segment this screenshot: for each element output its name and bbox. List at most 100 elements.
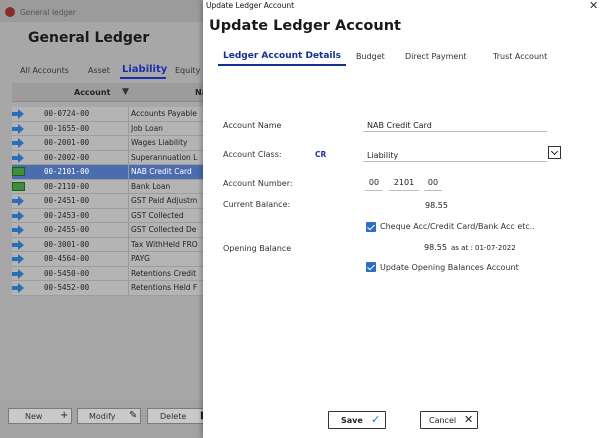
current-balance-value: 98.55 xyxy=(425,201,448,210)
column-divider xyxy=(128,150,129,164)
account-class-badge: CR xyxy=(315,150,327,159)
account-code-cell: 00-5450-00 xyxy=(44,268,90,278)
arrow-right-icon xyxy=(12,254,25,264)
general-ledger-window: General ledger General Ledger All Accoun… xyxy=(0,0,210,438)
column-divider xyxy=(128,281,129,295)
account-code-cell: 00-4564-00 xyxy=(44,254,90,263)
account-name-cell: Superannuation L xyxy=(131,152,198,162)
general-ledger-titlebar: General ledger xyxy=(0,0,210,22)
account-code-cell: 00-2451-00 xyxy=(44,196,90,205)
column-divider xyxy=(128,121,129,135)
tab-equity[interactable]: Equity xyxy=(175,66,200,75)
column-divider xyxy=(128,266,129,280)
account-name-label: Account Name xyxy=(223,121,282,130)
table-row[interactable]: 00-2453-00 GST Collected xyxy=(12,208,210,223)
current-balance-label: Current Balance: xyxy=(223,200,291,209)
column-divider xyxy=(128,136,129,150)
general-ledger-heading: General Ledger xyxy=(28,30,150,46)
account-name-cell: Tax WithHeld FRO xyxy=(131,239,198,249)
account-type-tabs: All Accounts Asset Liability Equity xyxy=(0,64,210,78)
account-code-cell: 00-2001-00 xyxy=(44,138,90,147)
table-row[interactable]: 00-2001-00 Wages Liability xyxy=(12,136,210,151)
filter-icon[interactable]: ▼ xyxy=(122,87,129,97)
cheque-acc-checkbox[interactable] xyxy=(366,222,376,232)
column-divider xyxy=(128,179,129,193)
pencil-icon: ✎ xyxy=(129,410,138,421)
account-code-cell: 00-2002-00 xyxy=(44,152,90,162)
account-name-cell: GST Collected De xyxy=(131,225,197,234)
update-ledger-account-dialog: Update Ledger Account ✕ Update Ledger Ac… xyxy=(203,0,602,438)
active-tab-underline xyxy=(218,64,346,66)
update-opening-balances-checkbox[interactable] xyxy=(366,262,376,272)
account-name-cell: PAYG xyxy=(131,254,150,263)
table-row[interactable]: 00-2002-00 Superannuation L xyxy=(12,150,210,165)
account-code-cell: 00-5452-00 xyxy=(44,283,90,292)
cash-icon xyxy=(12,181,25,191)
account-number-prefix-input[interactable]: 00 xyxy=(365,178,383,191)
account-name-cell: GST Collected xyxy=(131,210,184,220)
arrow-right-icon xyxy=(12,225,25,235)
account-name-cell: Bank Loan xyxy=(131,181,171,191)
account-code-cell: 00-0724-00 xyxy=(44,109,90,118)
tab-all-accounts[interactable]: All Accounts xyxy=(20,66,69,75)
tab-ledger-account-details[interactable]: Ledger Account Details xyxy=(223,51,341,61)
account-class-select[interactable]: Liability xyxy=(367,151,398,160)
save-button-label: Save xyxy=(341,416,363,425)
table-row[interactable]: 00-2101-00 NAB Credit Card xyxy=(12,165,210,180)
column-divider xyxy=(128,165,129,179)
account-name-cell: GST Paid Adjustm xyxy=(131,196,198,205)
cancel-button[interactable]: Cancel ✕ xyxy=(420,411,478,429)
close-icon[interactable]: ✕ xyxy=(589,0,598,12)
arrow-right-icon xyxy=(12,152,25,163)
tab-direct-payment[interactable]: Direct Payment xyxy=(405,52,467,61)
account-code-cell: 00-2453-00 xyxy=(44,210,90,220)
new-button[interactable]: New + xyxy=(8,408,72,424)
delete-button-label: Delete xyxy=(160,412,187,421)
close-icon: ✕ xyxy=(464,413,474,426)
dialog-heading: Update Ledger Account xyxy=(209,18,401,34)
table-row[interactable]: 00-2455-00 GST Collected De xyxy=(12,223,210,238)
account-number-main-input[interactable]: 2101 xyxy=(389,178,419,191)
account-code-cell: 00-2101-00 xyxy=(44,167,90,176)
tab-liability[interactable]: Liability xyxy=(122,64,167,75)
cancel-button-label: Cancel xyxy=(429,416,457,425)
save-button[interactable]: Save ✓ xyxy=(328,411,386,429)
modify-button[interactable]: Modify ✎ xyxy=(77,408,141,424)
arrow-right-icon xyxy=(12,109,25,119)
ledger-table-body: 00-0724-00 Accounts Payable 00-1655-00 Job … xyxy=(12,107,210,296)
arrow-right-icon xyxy=(12,283,25,293)
cash-icon xyxy=(12,167,25,176)
account-name-cell: NAB Credit Card xyxy=(131,167,192,176)
checkmark-icon: ✓ xyxy=(371,413,381,426)
update-opening-balances-label: Update Opening Balances Account xyxy=(380,263,519,272)
table-row[interactable]: 00-3001-00 Tax WithHeld FRO xyxy=(12,237,210,252)
account-name-input[interactable]: NAB Credit Card xyxy=(367,121,432,130)
table-row[interactable]: 00-1655-00 Job Loan xyxy=(12,121,210,136)
delete-button[interactable]: Delete ■ xyxy=(147,408,210,424)
table-row[interactable]: 00-4564-00 PAYG xyxy=(12,252,210,267)
new-button-label: New xyxy=(25,412,43,421)
account-code-cell: 00-2110-00 xyxy=(44,181,90,191)
account-name-cell: Retentions Held F xyxy=(131,283,198,292)
account-code-cell: 00-3001-00 xyxy=(44,239,90,249)
column-divider xyxy=(128,194,129,208)
account-name-cell: Job Loan xyxy=(131,123,163,133)
modify-button-label: Modify xyxy=(89,412,116,421)
opening-balance-input[interactable]: 98.55 xyxy=(424,243,447,252)
table-row[interactable]: 00-2110-00 Bank Loan xyxy=(12,179,210,194)
tab-asset[interactable]: Asset xyxy=(88,66,110,75)
account-number-suffix-input[interactable]: 00 xyxy=(424,178,442,191)
active-tab-underline xyxy=(120,77,166,79)
table-row[interactable]: 00-5452-00 Retentions Held F xyxy=(12,281,210,296)
table-row[interactable]: 00-0724-00 Accounts Payable xyxy=(12,107,210,122)
tab-trust-account[interactable]: Trust Account xyxy=(493,52,547,61)
chevron-down-icon[interactable] xyxy=(548,146,561,159)
table-row[interactable]: 00-5450-00 Retentions Credit xyxy=(12,266,210,281)
column-header-account[interactable]: Account xyxy=(74,88,110,97)
account-class-underline xyxy=(363,161,547,162)
table-row[interactable]: 00-2451-00 GST Paid Adjustm xyxy=(12,194,210,209)
opening-balance-label: Opening Balance xyxy=(223,244,292,253)
tab-budget[interactable]: Budget xyxy=(356,52,385,61)
arrow-right-icon xyxy=(12,196,25,206)
account-name-cell: Accounts Payable xyxy=(131,109,197,118)
